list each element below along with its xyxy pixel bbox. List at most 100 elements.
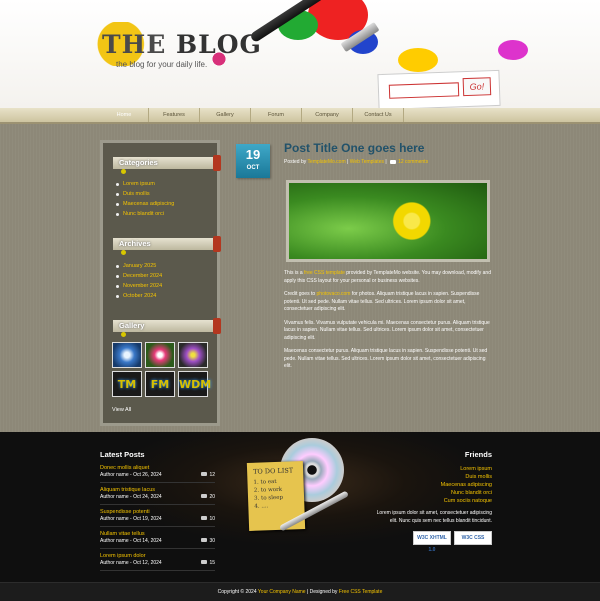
photo-credit-link[interactable]: photovaco.com — [317, 291, 351, 297]
category-item[interactable]: Maecenas adipiscing — [115, 199, 174, 209]
search-go-button[interactable]: Go! — [462, 77, 492, 97]
logo-title-first: THE — [102, 30, 167, 59]
archive-item[interactable]: January 2025 — [115, 261, 162, 271]
categories-heading: Categories — [113, 155, 221, 174]
friends-title: Friends — [464, 450, 492, 459]
latest-post-meta: Author name - Oct 19, 2024 10 — [100, 516, 215, 523]
nav-item-home[interactable]: Home — [100, 108, 149, 122]
todo-list: 1. to eat 2. to work 3. to sleep 4. .... — [247, 477, 304, 511]
latest-post-link[interactable]: Aliquam tristique lacus — [100, 487, 215, 494]
comment-count: 12 — [201, 472, 215, 479]
comment-count-value: 10 — [209, 516, 215, 522]
friend-link[interactable]: Cum sociis natoque — [372, 497, 492, 505]
archives-heading: Archives — [113, 236, 221, 255]
gallery-thumb-wdm[interactable]: WDM — [178, 371, 211, 397]
gallery-thumb-purple-flower[interactable] — [178, 342, 208, 368]
post-title[interactable]: Post Title One goes here — [284, 141, 424, 155]
friends-text: Lorem ipsum dolor sit amet, consectetuer… — [376, 510, 492, 524]
category-item[interactable]: Duis mollis — [115, 189, 174, 199]
friend-link[interactable]: Lorem ipsum — [372, 465, 492, 473]
post-comments-link[interactable]: 12 comments — [398, 159, 428, 165]
yellow-paint-drip — [121, 250, 126, 255]
todo-title: TO DO LIST — [253, 466, 294, 476]
latest-post-meta: Author name - Oct 24, 2024 20 — [100, 494, 215, 501]
comment-count-value: 15 — [209, 560, 215, 566]
post-date-month: OCT — [246, 165, 260, 171]
nav-item-contact[interactable]: Contact Us — [353, 108, 404, 122]
todo-item: 4. .... — [254, 503, 269, 510]
copyright-text: Copyright © 2024 — [217, 589, 258, 595]
yellow-paint-drip — [121, 169, 126, 174]
post-category-link[interactable]: Web Templates — [350, 159, 384, 165]
comment-count: 20 — [201, 494, 215, 501]
nav-item-features[interactable]: Features — [149, 108, 200, 122]
latest-post-meta: Author name - Oct 14, 2024 30 — [100, 538, 215, 545]
latest-post-link[interactable]: Nullam vitae tellus — [100, 531, 215, 538]
comment-icon — [201, 516, 208, 520]
comment-count-value: 20 — [209, 494, 215, 500]
comment-icon — [201, 472, 208, 476]
site-logo[interactable]: THE BLOG — [102, 30, 262, 59]
nav-item-company[interactable]: Company — [302, 108, 353, 122]
yellow-paint-blob — [398, 48, 438, 72]
categories-title: Categories — [119, 158, 158, 167]
archives-list: January 2025 December 2024 November 2024… — [115, 261, 162, 301]
gallery-title: Gallery — [119, 321, 145, 330]
site-tagline: the blog for your daily life. — [116, 60, 208, 69]
nav-item-gallery[interactable]: Gallery — [200, 108, 251, 122]
friend-link[interactable]: Maecenas adipiscing — [372, 481, 492, 489]
latest-post-link[interactable]: Suspendisse potenti — [100, 509, 215, 516]
gallery-thumb-tm[interactable]: TM — [112, 371, 142, 397]
gallery-thumb-pink-flower[interactable] — [145, 342, 175, 368]
xhtml-valid-badge[interactable]: W3C XHTML 1.0 — [413, 531, 451, 553]
friends-section: Friends Lorem ipsum Duis mollis Maecenas… — [372, 450, 492, 553]
post-paragraph: Credit goes to photovaco.com for photos.… — [284, 291, 494, 314]
search-input[interactable] — [388, 82, 460, 99]
post-date-day: 19 — [245, 147, 261, 162]
header: THE BLOG the blog for your daily life. G… — [0, 0, 600, 108]
post-image-flower — [286, 180, 490, 262]
comment-count: 15 — [201, 560, 215, 567]
nav-list: Home Features Gallery Forum Company Cont… — [100, 108, 404, 122]
categories-list: Lorem ipsum Duis mollis Maecenas adipisc… — [115, 179, 174, 219]
post-author-link[interactable]: TemplateMo.com — [308, 159, 346, 165]
post-meta-prefix: Posted by — [284, 159, 308, 165]
gallery-thumb-fm[interactable]: FM — [145, 371, 175, 397]
designer-link[interactable]: Free CSS Template — [339, 589, 383, 595]
free-template-link[interactable]: free CSS template — [304, 270, 345, 276]
category-item[interactable]: Lorem ipsum — [115, 179, 174, 189]
page: THE BLOG the blog for your daily life. G… — [0, 0, 600, 601]
red-paint-mark — [213, 318, 221, 334]
css-valid-badge[interactable]: W3C CSS — [454, 531, 492, 545]
content-area: Categories Lorem ipsum Duis mollis Maece… — [0, 124, 600, 432]
friend-link[interactable]: Nunc blandit orci — [372, 489, 492, 497]
company-link[interactable]: Your Company Name — [258, 589, 306, 595]
latest-post-author-date: Author name - Oct 26, 2024 — [100, 472, 162, 478]
validation-badges: W3C XHTML 1.0 W3C CSS — [372, 531, 492, 553]
gallery-view-all-link[interactable]: View All — [112, 407, 131, 413]
gallery-heading: Gallery — [113, 318, 221, 337]
archive-item[interactable]: October 2024 — [115, 291, 162, 301]
latest-post-link[interactable]: Donec mollis aliquet — [100, 465, 215, 472]
comment-count: 30 — [201, 538, 215, 545]
latest-post-item: Suspendisse potenti Author name - Oct 19… — [100, 509, 215, 527]
post-paragraph: Maecenas consectetur purus. Aliquam tris… — [284, 348, 488, 369]
latest-post-item: Donec mollis aliquet Author name - Oct 2… — [100, 465, 215, 483]
latest-post-item: Aliquam tristique lacus Author name - Oc… — [100, 487, 215, 505]
pink-paint-blob — [498, 40, 528, 60]
archive-item[interactable]: November 2024 — [115, 281, 162, 291]
latest-post-link[interactable]: Lorem ipsum dolor — [100, 553, 215, 560]
copyright-bar: Copyright © 2024 Your Company Name | Des… — [0, 582, 600, 601]
red-paint-mark — [213, 155, 221, 171]
latest-post-meta: Author name - Oct 12, 2024 15 — [100, 560, 215, 567]
yellow-paint-drip — [121, 332, 126, 337]
comment-icon — [201, 494, 208, 498]
archive-item[interactable]: December 2024 — [115, 271, 162, 281]
comment-count-value: 30 — [209, 538, 215, 544]
gallery-thumb-blue-flower[interactable] — [112, 342, 142, 368]
nav-item-forum[interactable]: Forum — [251, 108, 302, 122]
category-item[interactable]: Nunc blandit orci — [115, 209, 174, 219]
friend-link[interactable]: Duis mollis — [372, 473, 492, 481]
latest-posts: Latest Posts Donec mollis aliquet Author… — [100, 450, 215, 575]
search-note: Go! — [377, 69, 501, 108]
